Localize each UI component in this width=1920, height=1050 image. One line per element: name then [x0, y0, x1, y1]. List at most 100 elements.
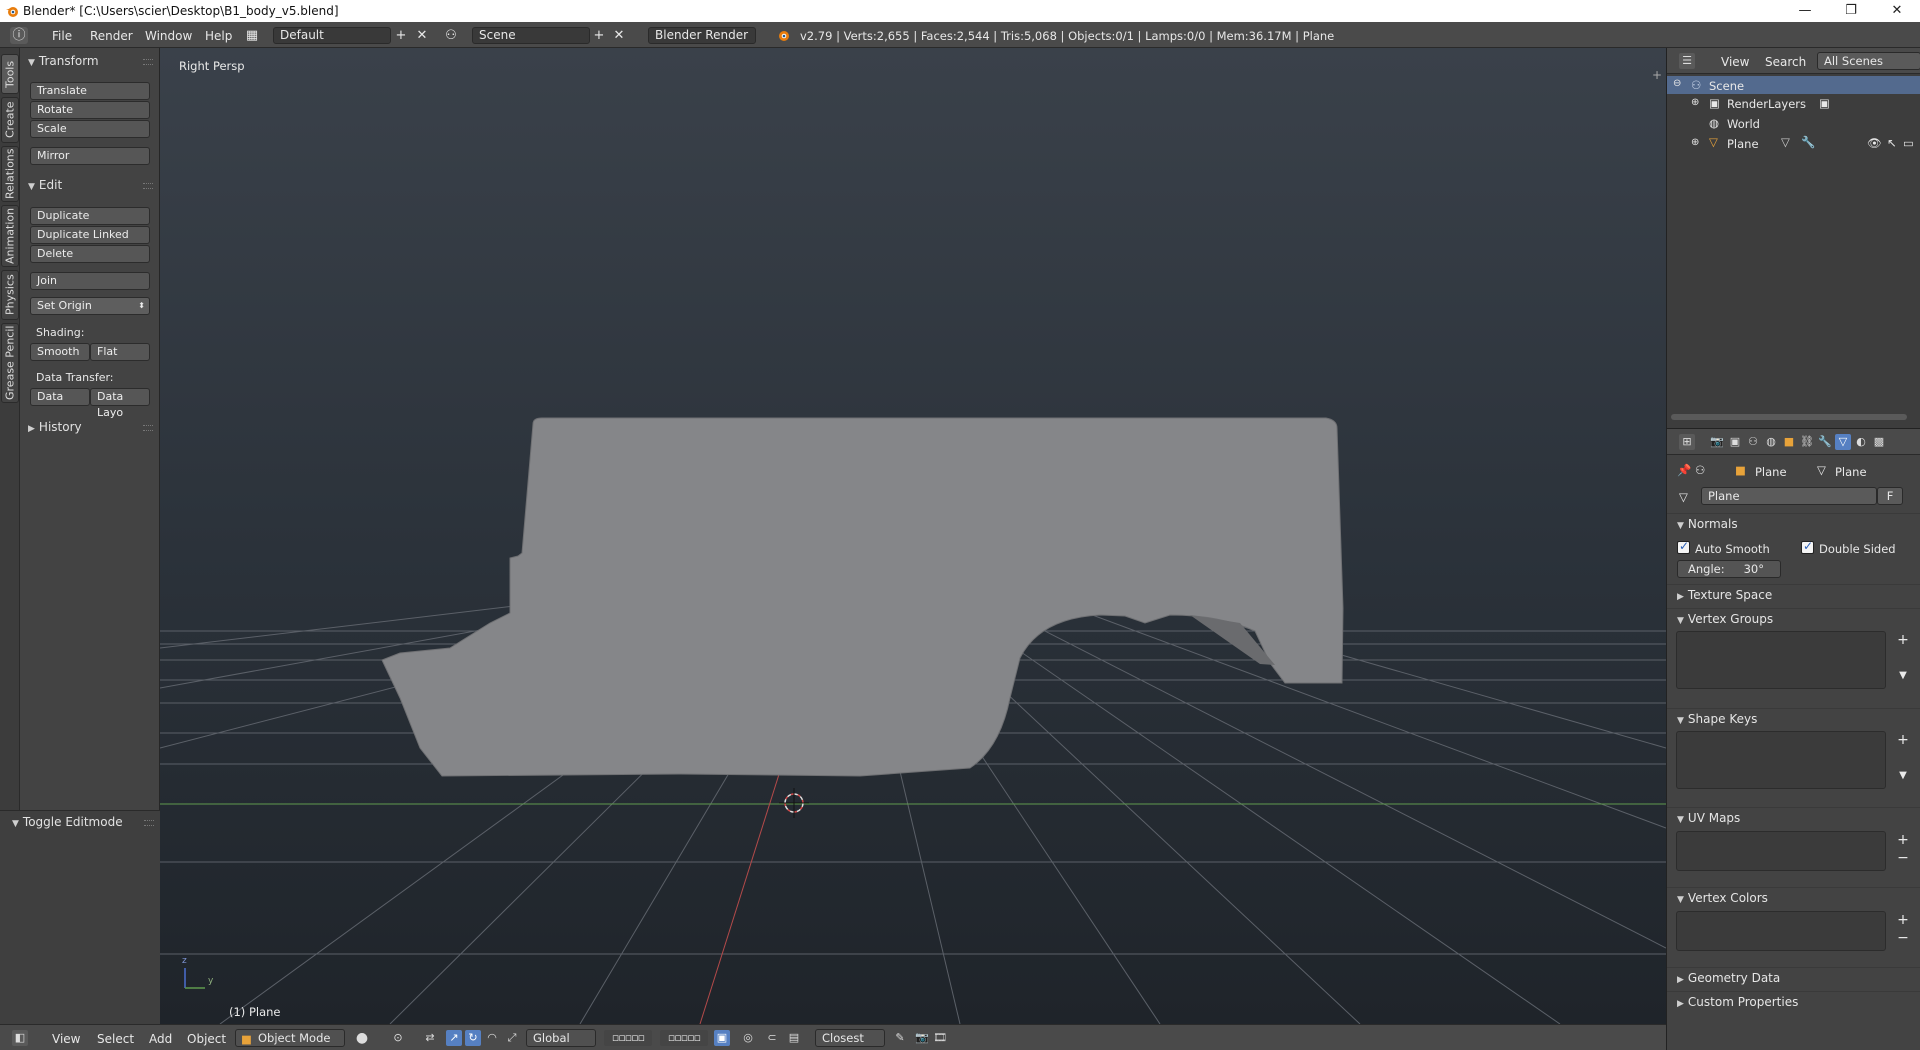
- outliner-menu-search[interactable]: Search: [1765, 55, 1806, 69]
- 3d-cursor-icon[interactable]: [779, 788, 809, 818]
- maximize-button[interactable]: ❐: [1828, 0, 1874, 22]
- breadcrumb-mesh[interactable]: Plane: [1835, 465, 1867, 479]
- tree-expand-icon[interactable]: ⊕: [1691, 137, 1699, 148]
- layers-grid-icon[interactable]: ▫▫▫▫▫: [660, 1030, 708, 1046]
- render-tab-icon[interactable]: 📷: [1709, 434, 1725, 450]
- smooth-shading-button[interactable]: Smooth: [30, 343, 90, 361]
- panel-custom-properties-header[interactable]: ▶ Custom Properties: [1667, 991, 1920, 1011]
- constraints-tab-icon[interactable]: ⛓: [1799, 434, 1815, 450]
- tab-create[interactable]: Create: [1, 97, 19, 143]
- fake-user-button[interactable]: F: [1877, 487, 1903, 505]
- mirror-button[interactable]: Mirror: [30, 147, 150, 165]
- menu-window[interactable]: Window: [145, 29, 192, 43]
- pin-icon[interactable]: 📌: [1677, 463, 1691, 477]
- panel-history-header[interactable]: ▶ History: [28, 420, 82, 434]
- menu-add[interactable]: Add: [149, 1032, 172, 1046]
- interaction-mode-dropdown[interactable]: ■ Object Mode: [235, 1029, 345, 1047]
- duplicate-linked-button[interactable]: Duplicate Linked: [30, 226, 150, 244]
- toggle-editmode-header[interactable]: ▼ Toggle Editmode: [12, 815, 123, 829]
- opengl-render-icon[interactable]: ✎: [892, 1030, 908, 1046]
- 3d-viewport[interactable]: Right Persp y z (1) Plane +: [160, 48, 1666, 1024]
- remove-vertex-color-icon[interactable]: −: [1895, 931, 1911, 947]
- visibility-eye-icon[interactable]: 👁: [1867, 136, 1882, 150]
- add-vertex-color-icon[interactable]: +: [1895, 913, 1911, 929]
- panel-grip-icon[interactable]: [143, 183, 153, 189]
- properties-region-toggle-icon[interactable]: +: [1652, 68, 1662, 82]
- mesh-datablock-icon[interactable]: ▽: [1679, 490, 1688, 504]
- selectability-cursor-icon[interactable]: ↖: [1887, 136, 1897, 150]
- screen-layout-icon[interactable]: ▦: [243, 27, 261, 44]
- auto-smooth-checkbox[interactable]: [1677, 539, 1690, 554]
- vertex-group-menu-icon[interactable]: ▼: [1895, 669, 1911, 685]
- render-engine-dropdown[interactable]: Blender Render: [648, 27, 756, 44]
- add-scene-icon[interactable]: +: [590, 27, 608, 44]
- tab-animation[interactable]: Animation: [1, 205, 19, 267]
- menu-view[interactable]: View: [52, 1032, 80, 1046]
- outliner-editor-type-icon[interactable]: ☰: [1679, 53, 1695, 69]
- breadcrumb-object[interactable]: Plane: [1755, 465, 1787, 479]
- panel-vertex-colors-header[interactable]: ▼ Vertex Colors: [1667, 887, 1920, 907]
- render-animation-icon[interactable]: 🎞: [932, 1030, 948, 1046]
- remove-scene-icon[interactable]: ✕: [610, 27, 628, 44]
- material-tab-icon[interactable]: ◐: [1853, 434, 1869, 450]
- menu-object[interactable]: Object: [187, 1032, 226, 1046]
- add-uv-map-icon[interactable]: +: [1895, 833, 1911, 849]
- world-tab-icon[interactable]: ◍: [1763, 434, 1779, 450]
- panel-uv-maps-header[interactable]: ▼ UV Maps: [1667, 807, 1920, 827]
- add-shape-key-icon[interactable]: +: [1895, 733, 1911, 749]
- menu-help[interactable]: Help: [205, 29, 232, 43]
- vertex-groups-list[interactable]: [1676, 631, 1886, 689]
- proportional-editing-icon[interactable]: ◎: [740, 1030, 756, 1046]
- lock-camera-layers-icon[interactable]: ▣: [714, 1030, 730, 1046]
- rotate-manipulator-icon[interactable]: ↻: [465, 1030, 481, 1046]
- angle-field[interactable]: Angle: 30°: [1677, 560, 1781, 578]
- render-layers-tab-icon[interactable]: ▣: [1727, 434, 1743, 450]
- double-sided-checkbox[interactable]: [1801, 539, 1814, 554]
- vertex-colors-list[interactable]: [1676, 911, 1886, 951]
- datablock-name-field[interactable]: Plane: [1701, 487, 1877, 505]
- data-transfer-button[interactable]: Data: [30, 388, 90, 406]
- snap-element-icon[interactable]: ▤: [786, 1030, 802, 1046]
- screen-layout-field[interactable]: Default: [273, 27, 391, 44]
- menu-select[interactable]: Select: [97, 1032, 134, 1046]
- uv-maps-list[interactable]: [1676, 831, 1886, 871]
- shape-keys-list[interactable]: [1676, 731, 1886, 789]
- translate-button[interactable]: Translate: [30, 82, 150, 100]
- outliner-scrollbar[interactable]: [1671, 414, 1907, 420]
- panel-grip-icon[interactable]: [143, 425, 153, 431]
- panel-texture-space-header[interactable]: ▶ Texture Space: [1667, 584, 1920, 604]
- mesh-data-tab-icon[interactable]: ▽: [1835, 434, 1851, 450]
- minimize-button[interactable]: —: [1782, 0, 1828, 22]
- panel-transform-header[interactable]: ▼ Transform: [28, 54, 99, 68]
- outliner-menu-view[interactable]: View: [1721, 55, 1749, 69]
- rotate-button[interactable]: Rotate: [30, 101, 150, 119]
- properties-editor-type-icon[interactable]: ⊞: [1679, 434, 1695, 450]
- delete-button[interactable]: Delete: [30, 245, 150, 263]
- data-layout-transfer-button[interactable]: Data Layo: [90, 388, 150, 419]
- set-origin-dropdown[interactable]: Set Origin ⬍: [30, 297, 150, 315]
- renderability-camera-icon[interactable]: ▭: [1903, 136, 1914, 150]
- add-vertex-group-icon[interactable]: +: [1895, 633, 1911, 649]
- tree-item-renderlayers[interactable]: RenderLayers: [1727, 97, 1806, 111]
- join-button[interactable]: Join: [30, 272, 150, 290]
- texture-tab-icon[interactable]: ▩: [1871, 434, 1887, 450]
- tree-item-world[interactable]: World: [1727, 117, 1760, 131]
- panel-geometry-data-header[interactable]: ▶ Geometry Data: [1667, 967, 1920, 987]
- tree-item-scene[interactable]: Scene: [1709, 79, 1744, 93]
- menu-render[interactable]: Render: [90, 29, 133, 43]
- layers-grid-icon[interactable]: ▫▫▫▫▫: [604, 1030, 652, 1046]
- render-image-icon[interactable]: 📷: [914, 1030, 930, 1046]
- tab-grease-pencil[interactable]: Grease Pencil: [1, 323, 19, 403]
- outliner-display-mode-dropdown[interactable]: All Scenes: [1817, 52, 1920, 70]
- scene-icon[interactable]: ⚇: [442, 27, 460, 44]
- tree-expand-icon[interactable]: ⊖: [1673, 78, 1681, 89]
- tree-item-plane[interactable]: Plane: [1727, 137, 1759, 151]
- add-screen-icon[interactable]: +: [392, 27, 410, 44]
- remove-uv-map-icon[interactable]: −: [1895, 851, 1911, 867]
- tab-physics[interactable]: Physics: [1, 270, 19, 320]
- transform-orientation-dropdown[interactable]: Global: [526, 1029, 596, 1047]
- rotate-manipulator-icon[interactable]: ◠: [484, 1030, 500, 1046]
- scene-tab-icon[interactable]: ⚇: [1745, 434, 1761, 450]
- tab-tools[interactable]: Tools: [1, 54, 19, 94]
- pivot-point-icon[interactable]: ⊙: [390, 1030, 406, 1046]
